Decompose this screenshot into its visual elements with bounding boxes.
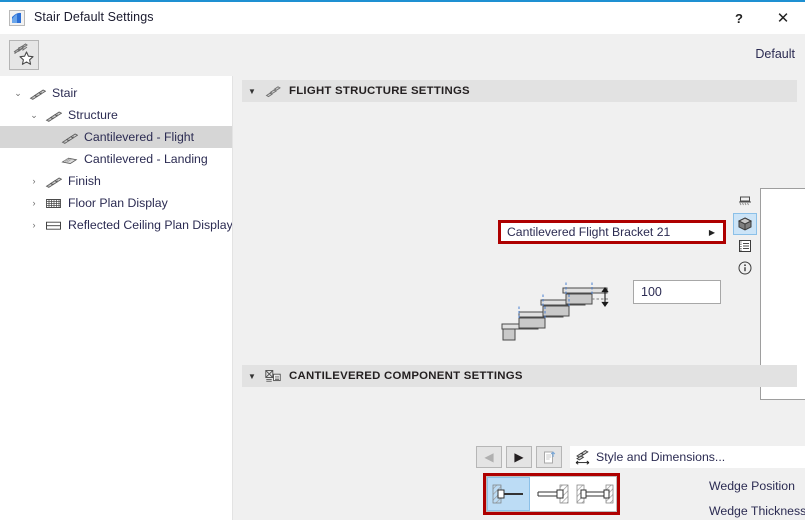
component-nav-row: ◀ ▶ Style and Dimensions... — [476, 445, 805, 469]
close-button[interactable]: ✕ — [763, 2, 803, 34]
cantilevered-component-section-header[interactable]: ▼ CANTILEVERED COMPONENT SETTINGS — [242, 365, 797, 387]
flight-dimension-input[interactable]: 100 — [633, 280, 721, 304]
finish-icon — [45, 177, 62, 188]
finish-icon — [42, 170, 64, 192]
flight-structure-title: FLIGHT STRUCTURE SETTINGS — [289, 85, 470, 97]
flight-bracket-arrow-icon[interactable]: ▶ — [701, 228, 723, 237]
bracket-wall-both-icon[interactable] — [573, 477, 616, 511]
bracket-wall-right-icon[interactable] — [530, 477, 573, 511]
structure-icon — [45, 111, 62, 122]
flight-bracket-selector-wrap: Cantilevered Flight Bracket 21 ▶ — [498, 220, 726, 244]
style-and-dimensions-field[interactable]: Style and Dimensions... ▶ — [570, 446, 805, 468]
cantilevered-landing-icon — [58, 148, 80, 170]
sidebar-item-reflected-ceiling-plan-display[interactable]: › Reflected Ceiling Plan Display — [0, 214, 233, 236]
preview-toolbar — [733, 191, 757, 281]
favorites-button[interactable] — [9, 40, 39, 70]
sidebar-item-finish[interactable]: › Finish — [0, 170, 232, 192]
structure-icon — [42, 104, 64, 126]
flight-bracket-value: Cantilevered Flight Bracket 21 — [507, 225, 671, 239]
label-wedge-position: Wedge Position — [709, 479, 795, 493]
settings-content-panel: ▼ FLIGHT STRUCTURE SETTINGS Cantilevered… — [234, 76, 805, 520]
3d-view-icon[interactable] — [733, 213, 757, 235]
chevron-right-icon[interactable]: › — [26, 192, 42, 214]
label-wedge-thickness: Wedge Thickness — [709, 504, 805, 518]
section-list-icon[interactable] — [733, 235, 757, 257]
reflected-ceiling-plan-icon — [45, 221, 61, 230]
window-title: Stair Default Settings — [34, 10, 154, 24]
style-and-dimensions-label: Style and Dimensions... — [596, 450, 726, 464]
sidebar-item-structure[interactable]: ⌄ Structure — [0, 104, 232, 126]
flight-structure-icon — [262, 81, 284, 101]
next-component-button[interactable]: ▶ — [506, 446, 532, 468]
settings-tree: ⌄ Stair ⌄ Structure Cantilevered - Flight Can… — [0, 82, 232, 236]
bracket-wall-left-icon[interactable] — [487, 477, 530, 511]
cantilevered-component-title: CANTILEVERED COMPONENT SETTINGS — [289, 370, 523, 382]
collapse-triangle-icon-2[interactable]: ▼ — [242, 372, 262, 381]
reflected-ceiling-plan-icon — [42, 214, 64, 236]
sidebar-item-cantilevered-flight[interactable]: Cantilevered - Flight — [0, 126, 232, 148]
sidebar-item-cantilevered-landing[interactable]: Cantilevered - Landing — [0, 148, 232, 170]
sidebar-item-floor-plan-display[interactable]: › Floor Plan Display — [0, 192, 232, 214]
bracket-mode-selector — [486, 476, 617, 512]
sidebar-item-label: Cantilevered - Landing — [84, 152, 208, 166]
default-label: Default — [755, 47, 795, 61]
info-icon[interactable] — [733, 257, 757, 279]
floor-plan-display-icon — [42, 192, 64, 214]
toolbar-strip: Default — [0, 34, 805, 76]
chevron-right-icon[interactable]: › — [26, 214, 42, 236]
cantilevered-component-icon — [262, 366, 284, 386]
chevron-right-icon[interactable]: › — [26, 170, 42, 192]
sidebar-item-label: Reflected Ceiling Plan Display — [68, 218, 233, 232]
chevron-down-icon[interactable]: ⌄ — [26, 104, 42, 126]
cantilevered-flight-icon — [58, 126, 80, 148]
prev-component-button[interactable]: ◀ — [476, 446, 502, 468]
top-view-icon[interactable] — [733, 191, 757, 213]
help-button[interactable]: ? — [719, 2, 759, 34]
archicad-stair-icon — [9, 10, 25, 26]
cantilevered-stair-section-diagram — [501, 282, 609, 341]
flight-structure-section-header[interactable]: ▼ FLIGHT STRUCTURE SETTINGS — [242, 80, 797, 102]
flight-dimension-row: 100 — [497, 274, 727, 344]
sidebar-item-label: Cantilevered - Flight — [84, 130, 195, 144]
stair-icon — [29, 89, 46, 100]
sidebar-item-label: Structure — [68, 108, 118, 122]
sidebar-item-label: Floor Plan Display — [68, 196, 168, 210]
stair-default-settings-dialog: Stair Default Settings ? ✕ Default ⌄ Stai… — [0, 0, 805, 520]
title-bar: Stair Default Settings ? ✕ — [0, 2, 805, 34]
sidebar-item-label: Stair — [52, 86, 78, 100]
chevron-down-icon[interactable]: ⌄ — [10, 82, 26, 104]
sidebar-item-label: Finish — [68, 174, 101, 188]
cantilevered-landing-icon — [60, 157, 77, 164]
cantilevered-flight-icon — [61, 133, 78, 144]
stair-icon — [26, 82, 48, 104]
bracket-mode-selector-wrap — [483, 473, 620, 515]
floor-plan-display-icon — [45, 198, 61, 208]
collapse-triangle-icon[interactable]: ▼ — [242, 87, 262, 96]
settings-tree-panel: ⌄ Stair ⌄ Structure Cantilevered - Flight Can… — [0, 76, 233, 520]
new-component-icon[interactable] — [536, 446, 562, 468]
stair-favorite-star-icon — [13, 43, 34, 65]
sidebar-item-stair[interactable]: ⌄ Stair — [0, 82, 232, 104]
flight-bracket-selector[interactable]: Cantilevered Flight Bracket 21 ▶ — [501, 223, 723, 241]
style-dimensions-icon — [570, 449, 596, 465]
